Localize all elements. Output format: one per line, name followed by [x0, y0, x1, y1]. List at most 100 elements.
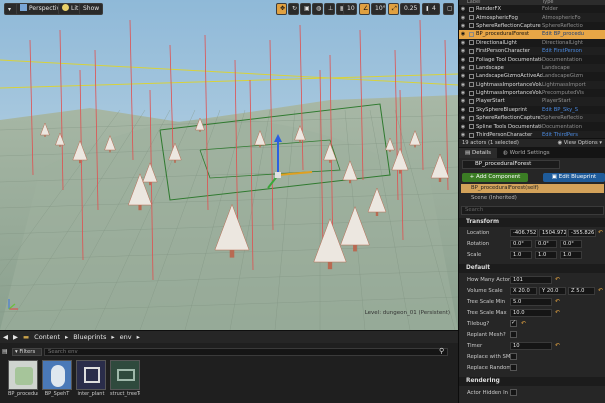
folder-toggle-icon[interactable]: ▤: [2, 348, 8, 355]
volume-z-field[interactable]: Z 5.0: [568, 287, 595, 295]
level-viewport[interactable]: ▾ Perspective Lit Show ✥ ↻ ▣ ◍ ⊥ ▦ 10 ∠ …: [0, 0, 458, 330]
history-back-icon[interactable]: ◀: [3, 333, 8, 341]
world-local-button[interactable]: ◍: [312, 3, 323, 15]
outliner-type[interactable]: Edit ThirdPers: [542, 132, 605, 138]
outliner-row[interactable]: ◉ BP_proceduralForest Edit BP_procedu: [459, 30, 605, 39]
scale-snap-value[interactable]: 0.25: [400, 3, 420, 15]
tab-world-settings[interactable]: ◍ World Settings: [497, 148, 556, 158]
add-component-button[interactable]: + Add Component: [462, 173, 528, 182]
details-search-input[interactable]: Search: [461, 206, 604, 215]
asset-struct-treeto[interactable]: struct_treeTo: [110, 360, 140, 398]
outliner-row[interactable]: ◉ RenderFX Folder: [459, 5, 605, 13]
location-y-field[interactable]: 1504.972: [539, 229, 567, 237]
edit-blueprint-button[interactable]: ▣ Edit Blueprint: [543, 173, 605, 182]
rotation-x-field[interactable]: 0.0°: [510, 240, 532, 248]
breadcrumb-blueprints[interactable]: Blueprints: [73, 333, 106, 341]
translate-tool-button[interactable]: ✥: [276, 3, 287, 15]
label-column-header[interactable]: Label: [459, 0, 542, 5]
outliner-row[interactable]: ◉ Landscape Landscape: [459, 63, 605, 73]
reset-icon[interactable]: ↶: [598, 229, 603, 236]
eye-icon[interactable]: ◉: [459, 132, 467, 138]
breadcrumb-env[interactable]: env: [120, 333, 132, 341]
outliner-row[interactable]: ◉ Foliage Tool Documentation Documentation: [459, 55, 605, 63]
rotation-z-field[interactable]: 0.0°: [560, 240, 582, 248]
outliner-row[interactable]: ◉ Spline Tools Documentation Documentation: [459, 122, 605, 130]
surface-snap-button[interactable]: ⊥: [324, 3, 335, 15]
reset-icon[interactable]: ↶: [521, 320, 526, 327]
rotate-tool-button[interactable]: ↻: [288, 3, 299, 15]
default-section-header[interactable]: Default: [459, 264, 605, 273]
world-outliner[interactable]: ◉ RenderFX Folder ◉ AtmosphericFog Atmospheri…: [459, 5, 605, 138]
scale-y-field[interactable]: 1.0: [535, 251, 557, 259]
location-z-field[interactable]: -355.826: [568, 229, 596, 237]
eye-icon[interactable]: ◉: [459, 31, 467, 37]
actor-name-field[interactable]: BP_proceduralForest: [462, 160, 560, 169]
outliner-row[interactable]: ◉ FirstPersonCharacter Edit FirstPerson: [459, 46, 605, 56]
eye-icon[interactable]: ◉: [459, 73, 467, 79]
eye-icon[interactable]: ◉: [459, 90, 467, 96]
tree-min-field[interactable]: 5.0: [510, 298, 552, 306]
transform-section-header[interactable]: Transform: [459, 218, 605, 227]
eye-icon[interactable]: ◉: [459, 82, 467, 88]
breadcrumb-content[interactable]: Content: [34, 333, 60, 341]
outliner-row[interactable]: ◉ AtmosphericFog AtmosphericFo: [459, 13, 605, 22]
eye-icon[interactable]: ◉: [459, 6, 467, 12]
component-self-row[interactable]: BP_proceduralForest(self): [461, 184, 604, 193]
view-options-button[interactable]: ◉ View Options ▾: [558, 140, 602, 146]
eye-icon[interactable]: ◉: [459, 115, 467, 121]
reset-icon[interactable]: ↶: [598, 287, 603, 294]
outliner-type[interactable]: Edit FirstPerson: [542, 48, 605, 54]
reset-icon[interactable]: ↶: [555, 276, 560, 283]
eye-icon[interactable]: ◉: [459, 40, 467, 46]
history-forward-icon[interactable]: ▶: [13, 333, 18, 341]
timer-field[interactable]: 10: [510, 342, 552, 350]
asset-inter-plant[interactable]: inter_plant: [76, 360, 106, 398]
rotation-y-field[interactable]: 0.0°: [535, 240, 557, 248]
outliner-row[interactable]: ◉ LandscapeGizmoActiveActorLandscapeGizm: [459, 72, 605, 80]
outliner-row[interactable]: ◉ SphereReflectionCapture3 SphereReflectio: [459, 114, 605, 123]
eye-icon[interactable]: ◉: [459, 57, 467, 63]
replant-checkbox[interactable]: [510, 331, 517, 338]
rotation-snap-value[interactable]: 10°: [371, 3, 386, 15]
filters-button[interactable]: ▾ Filters: [12, 348, 42, 356]
tilebug-checkbox[interactable]: [510, 319, 517, 327]
eye-icon[interactable]: ◉: [459, 98, 467, 104]
actors-field[interactable]: 101: [510, 276, 552, 284]
hidden-in-game-checkbox[interactable]: [510, 389, 517, 396]
camera-speed-value[interactable]: 4: [428, 3, 440, 15]
outliner-type[interactable]: Edit BP_procedu: [542, 31, 605, 37]
reset-icon[interactable]: ↶: [555, 342, 560, 349]
asset-bp-procedural[interactable]: BP_procedural: [8, 360, 38, 398]
eye-icon[interactable]: ◉: [459, 48, 467, 54]
scene-render[interactable]: [0, 0, 458, 330]
eye-icon[interactable]: ◉: [459, 65, 467, 71]
outliner-row[interactable]: ◉ PlayerStart PlayerStart: [459, 97, 605, 106]
eye-icon[interactable]: ◉: [459, 23, 467, 29]
volume-y-field[interactable]: Y 20.0: [539, 287, 566, 295]
outliner-row[interactable]: ◉ LightmassImportanceVolumePrecomputedVis: [459, 89, 605, 97]
reset-icon[interactable]: ↶: [555, 298, 560, 305]
maximize-viewport-button[interactable]: ▢: [443, 3, 454, 15]
scale-x-field[interactable]: 1.0: [510, 251, 532, 259]
component-scene-row[interactable]: Scene (Inherited): [461, 194, 604, 203]
asset-search-input[interactable]: Search env: [44, 348, 448, 356]
asset-bp-speht[interactable]: BP_SpehT: [42, 360, 72, 398]
scale-z-field[interactable]: 1.0: [560, 251, 582, 259]
type-column-header[interactable]: Type: [542, 0, 553, 5]
outliner-row[interactable]: ◉ LightmassImportanceVolumeLightmassImpor…: [459, 80, 605, 89]
eye-icon[interactable]: ◉: [459, 15, 467, 21]
location-x-field[interactable]: -406.752: [510, 229, 538, 237]
outliner-type[interactable]: Edit BP_Sky_S: [542, 107, 605, 113]
grid-size-value[interactable]: 10: [343, 3, 357, 15]
eye-icon[interactable]: ◉: [459, 107, 467, 113]
reset-icon[interactable]: ↶: [555, 309, 560, 316]
outliner-row[interactable]: ◉ SkySphereBlueprint Edit BP_Sky_S: [459, 106, 605, 114]
outliner-row[interactable]: ◉ DirectionalLight DirectionalLight: [459, 39, 605, 47]
eye-icon[interactable]: ◉: [459, 124, 467, 130]
scale-snap-button[interactable]: ⤢: [388, 3, 399, 15]
outliner-row[interactable]: ◉ ThirdPersonCharacter Edit ThirdPers: [459, 130, 605, 138]
outliner-row[interactable]: ◉ SphereReflectionCapture SphereReflectio: [459, 22, 605, 30]
replace-random-checkbox[interactable]: [510, 364, 517, 371]
volume-x-field[interactable]: X 20.0: [510, 287, 537, 295]
show-button[interactable]: Show: [79, 3, 104, 15]
